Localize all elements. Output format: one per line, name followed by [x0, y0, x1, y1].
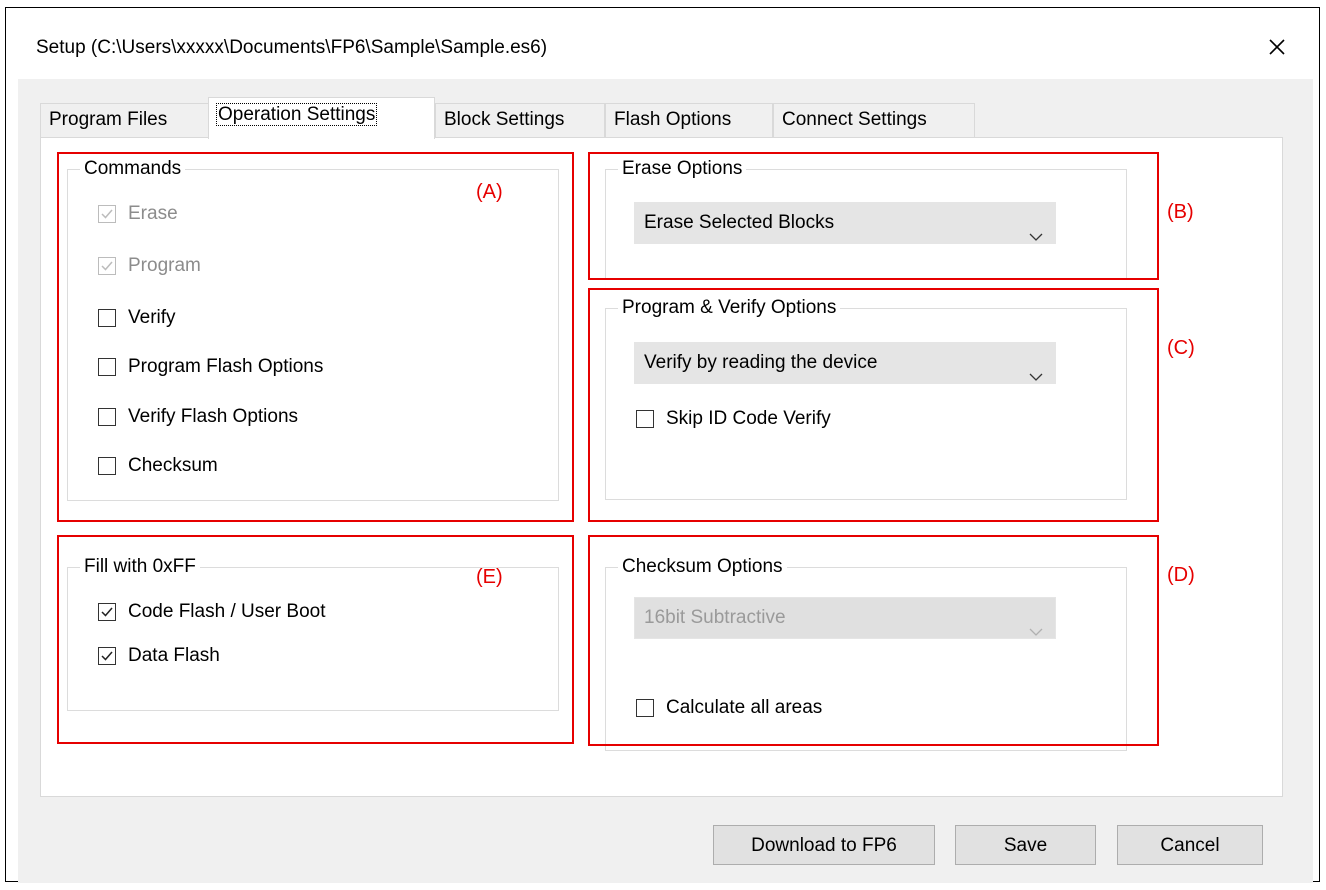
annotation-box-c	[588, 288, 1159, 522]
annotation-label-b: (B)	[1167, 201, 1194, 223]
tab-label: Operation Settings	[215, 103, 378, 126]
annotation-label-e: (E)	[476, 566, 503, 588]
save-button[interactable]: Save	[955, 825, 1096, 865]
download-to-fp6-button[interactable]: Download to FP6	[713, 825, 935, 865]
annotation-box-a	[57, 152, 574, 522]
close-icon[interactable]	[1257, 27, 1297, 67]
annotation-box-d	[588, 535, 1159, 746]
cancel-button[interactable]: Cancel	[1117, 825, 1263, 865]
tab-operation-settings[interactable]: Operation Settings	[208, 97, 435, 139]
annotation-box-b	[588, 152, 1159, 280]
annotation-label-c: (C)	[1167, 337, 1195, 359]
annotation-label-d: (D)	[1167, 564, 1195, 586]
tab-connect-settings[interactable]: Connect Settings	[773, 103, 975, 137]
tab-program-files[interactable]: Program Files	[40, 103, 209, 137]
tab-flash-options[interactable]: Flash Options	[605, 103, 773, 137]
title-bar: Setup (C:\Users\xxxxx\Documents\FP6\Samp…	[18, 17, 1313, 79]
window-title: Setup (C:\Users\xxxxx\Documents\FP6\Samp…	[36, 37, 548, 58]
annotation-label-a: (A)	[476, 181, 503, 203]
tab-block-settings[interactable]: Block Settings	[435, 103, 605, 137]
